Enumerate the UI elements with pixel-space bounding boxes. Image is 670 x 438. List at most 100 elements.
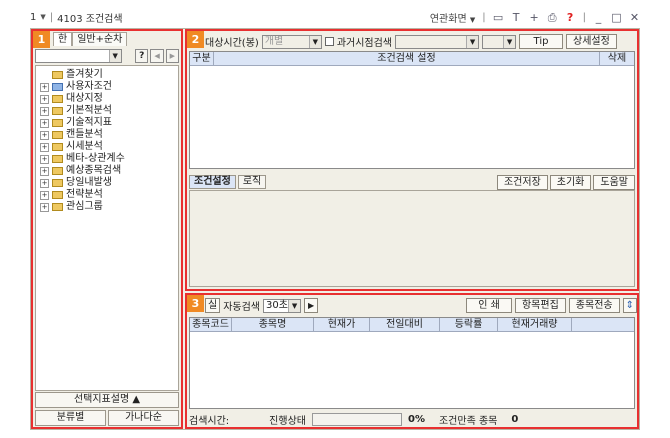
tree-toolbar: ▼ ? ◀ ▶ bbox=[35, 48, 179, 63]
help-icon[interactable]: ? bbox=[565, 12, 576, 23]
expand-icon[interactable]: + bbox=[40, 82, 49, 92]
expand-icon[interactable]: + bbox=[40, 130, 49, 140]
save-condition-button[interactable]: 조건저장 bbox=[496, 174, 548, 190]
monitor-icon[interactable]: ▭ bbox=[493, 12, 504, 23]
title-separator: | bbox=[482, 11, 486, 23]
past-search-label: 과거시점검색 bbox=[336, 38, 393, 49]
tab-hangul[interactable]: 한 bbox=[53, 32, 73, 46]
tree-item[interactable]: + 베타-상관계수 bbox=[36, 153, 178, 165]
print-icon[interactable]: ⎙ bbox=[547, 12, 558, 23]
condition-settings-panel: 2 대상시간(봉) 개별 ▼ 과거시점검색 ▼ ▼ Tip 상세설정 구분 조건… bbox=[185, 29, 639, 291]
condition-edit-area[interactable] bbox=[189, 190, 635, 287]
minimize-icon[interactable]: _ bbox=[593, 12, 604, 23]
interval-select[interactable]: 30초 ▼ bbox=[263, 298, 302, 313]
tree-search-combo[interactable]: ▼ bbox=[35, 48, 122, 63]
search-results-panel: 3 실 자동검색 30초 ▼ ▶ 인 쇄 항목편집 종목전송 ⇕ 종목코드 종목… bbox=[185, 293, 639, 429]
play-button[interactable]: ▶ bbox=[304, 298, 319, 313]
screen-title: 4103 조건검색 bbox=[57, 13, 123, 25]
results-grid[interactable]: 종목코드 종목명 현재가 전일대비 등락률 현재거래량 bbox=[189, 317, 635, 409]
maximize-icon[interactable]: □ bbox=[611, 12, 622, 23]
screen-number-dropdown[interactable]: 1 bbox=[30, 12, 36, 23]
text-icon[interactable]: T bbox=[511, 12, 522, 23]
condition-toolbar: 대상시간(봉) 개별 ▼ 과거시점검색 ▼ ▼ Tip 상세설정 bbox=[205, 34, 637, 49]
print-button[interactable]: 인 쇄 bbox=[465, 298, 512, 313]
progress-label: 진행상태 bbox=[269, 415, 306, 427]
target-time-select[interactable]: 개별 ▼ bbox=[261, 34, 322, 49]
expand-icon[interactable]: + bbox=[40, 118, 49, 128]
expand-icon[interactable]: + bbox=[40, 142, 49, 152]
expand-icon[interactable]: + bbox=[40, 106, 49, 116]
folder-icon bbox=[52, 83, 63, 91]
panel-badge-1: 1 bbox=[33, 31, 50, 48]
tree-item[interactable]: + 전략분석 bbox=[36, 189, 178, 201]
folder-icon bbox=[52, 71, 63, 79]
tab-logic[interactable]: 로직 bbox=[237, 175, 267, 189]
expand-icon[interactable]: + bbox=[40, 166, 49, 176]
past-time-select[interactable]: ▼ bbox=[482, 34, 517, 49]
past-search-checkbox[interactable] bbox=[324, 37, 334, 46]
folder-icon bbox=[52, 203, 63, 211]
column-header: 종목명 bbox=[232, 318, 314, 331]
tree-item-label: 예상종목검색 bbox=[66, 165, 122, 176]
tip-button[interactable]: Tip bbox=[519, 34, 564, 49]
close-icon[interactable]: ✕ bbox=[629, 12, 640, 23]
realtime-button[interactable]: 실 bbox=[205, 298, 221, 313]
tree-item[interactable]: + 예상종목검색 bbox=[36, 165, 178, 177]
condition-search-window: 1 한 일반+순차 ▼ ? ◀ ▶ 즐겨찾기 + 사용자조건 + 대상지정 + 기본적분석 +… bbox=[30, 28, 640, 430]
chevron-down-icon[interactable]: ▼ bbox=[308, 35, 321, 48]
search-time-label: 검색시간: bbox=[189, 415, 230, 427]
panel-badge-2: 2 bbox=[187, 31, 204, 48]
send-stocks-button[interactable]: 종목전송 bbox=[568, 298, 620, 313]
chevron-down-icon[interactable]: ▼ bbox=[288, 299, 301, 312]
sort-alphabetical-button[interactable]: 가나다순 bbox=[108, 410, 179, 426]
folder-icon bbox=[52, 95, 63, 103]
tree-item-label: 기본적분석 bbox=[66, 105, 112, 116]
help-button[interactable]: ? bbox=[135, 48, 149, 63]
tree-item[interactable]: + 시세분석 bbox=[36, 141, 178, 153]
expand-icon[interactable]: + bbox=[40, 154, 49, 164]
past-date-select[interactable]: ▼ bbox=[395, 34, 480, 49]
indicator-description-button[interactable]: 선택지표설명 ▲ bbox=[35, 392, 179, 408]
plus-icon[interactable]: + bbox=[529, 12, 540, 23]
reset-button[interactable]: 초기화 bbox=[549, 174, 592, 190]
folder-icon bbox=[52, 143, 63, 151]
tree-item[interactable]: + 기본적분석 bbox=[36, 105, 178, 117]
tree-item[interactable]: 즐겨찾기 bbox=[36, 69, 178, 81]
detail-settings-button[interactable]: 상세설정 bbox=[566, 34, 617, 49]
sort-buttons: 분류별 가나다순 bbox=[35, 410, 179, 426]
chevron-down-icon[interactable]: ▼ bbox=[40, 13, 45, 21]
tree-item[interactable]: + 당일내발생 bbox=[36, 177, 178, 189]
chevron-down-icon[interactable]: ▼ bbox=[466, 35, 479, 48]
help-button[interactable]: 도움말 bbox=[593, 174, 635, 190]
folder-icon bbox=[52, 155, 63, 163]
next-button[interactable]: ▶ bbox=[165, 48, 179, 63]
linked-screens-menu[interactable]: 연관화면 ▼ bbox=[430, 10, 475, 25]
tree-item-label: 즐겨찾기 bbox=[66, 69, 103, 80]
sort-by-category-button[interactable]: 분류별 bbox=[35, 410, 106, 426]
tab-condition-settings[interactable]: 조건설정 bbox=[189, 175, 236, 189]
tree-item[interactable]: + 관심그룹 bbox=[36, 201, 178, 213]
edit-items-button[interactable]: 항목편집 bbox=[514, 298, 566, 313]
tree-item[interactable]: + 기술적지표 bbox=[36, 117, 178, 129]
column-header: 전일대비 bbox=[370, 318, 440, 331]
indicator-tree: 즐겨찾기 + 사용자조건 + 대상지정 + 기본적분석 + 기술적지표 + 캔들분석 + 시세분석 + 베타… bbox=[35, 65, 179, 391]
title-separator: | bbox=[49, 11, 54, 23]
column-header: 등락률 bbox=[440, 318, 498, 331]
chevron-down-icon[interactable]: ▼ bbox=[108, 49, 121, 62]
expand-icon[interactable]: + bbox=[40, 202, 49, 212]
chevron-down-icon[interactable]: ▼ bbox=[503, 35, 516, 48]
prev-button[interactable]: ◀ bbox=[150, 48, 164, 63]
tree-item[interactable]: + 사용자조건 bbox=[36, 81, 178, 93]
tab-general-sequential[interactable]: 일반+순차 bbox=[72, 32, 128, 46]
condition-grid[interactable]: 구분 조건검색 설정 삭제 bbox=[189, 51, 635, 169]
folder-icon bbox=[52, 119, 63, 127]
tree-item[interactable]: + 대상지정 bbox=[36, 93, 178, 105]
expand-icon[interactable]: + bbox=[40, 190, 49, 200]
scroll-toggle-button[interactable]: ⇕ bbox=[622, 298, 637, 313]
column-header: 현재가 bbox=[314, 318, 370, 331]
tree-item[interactable]: + 캔들분석 bbox=[36, 129, 178, 141]
column-header: 삭제 bbox=[607, 53, 627, 64]
expand-icon[interactable]: + bbox=[40, 178, 49, 188]
tree-item-label: 기술적지표 bbox=[66, 117, 112, 128]
expand-icon[interactable]: + bbox=[40, 94, 49, 104]
